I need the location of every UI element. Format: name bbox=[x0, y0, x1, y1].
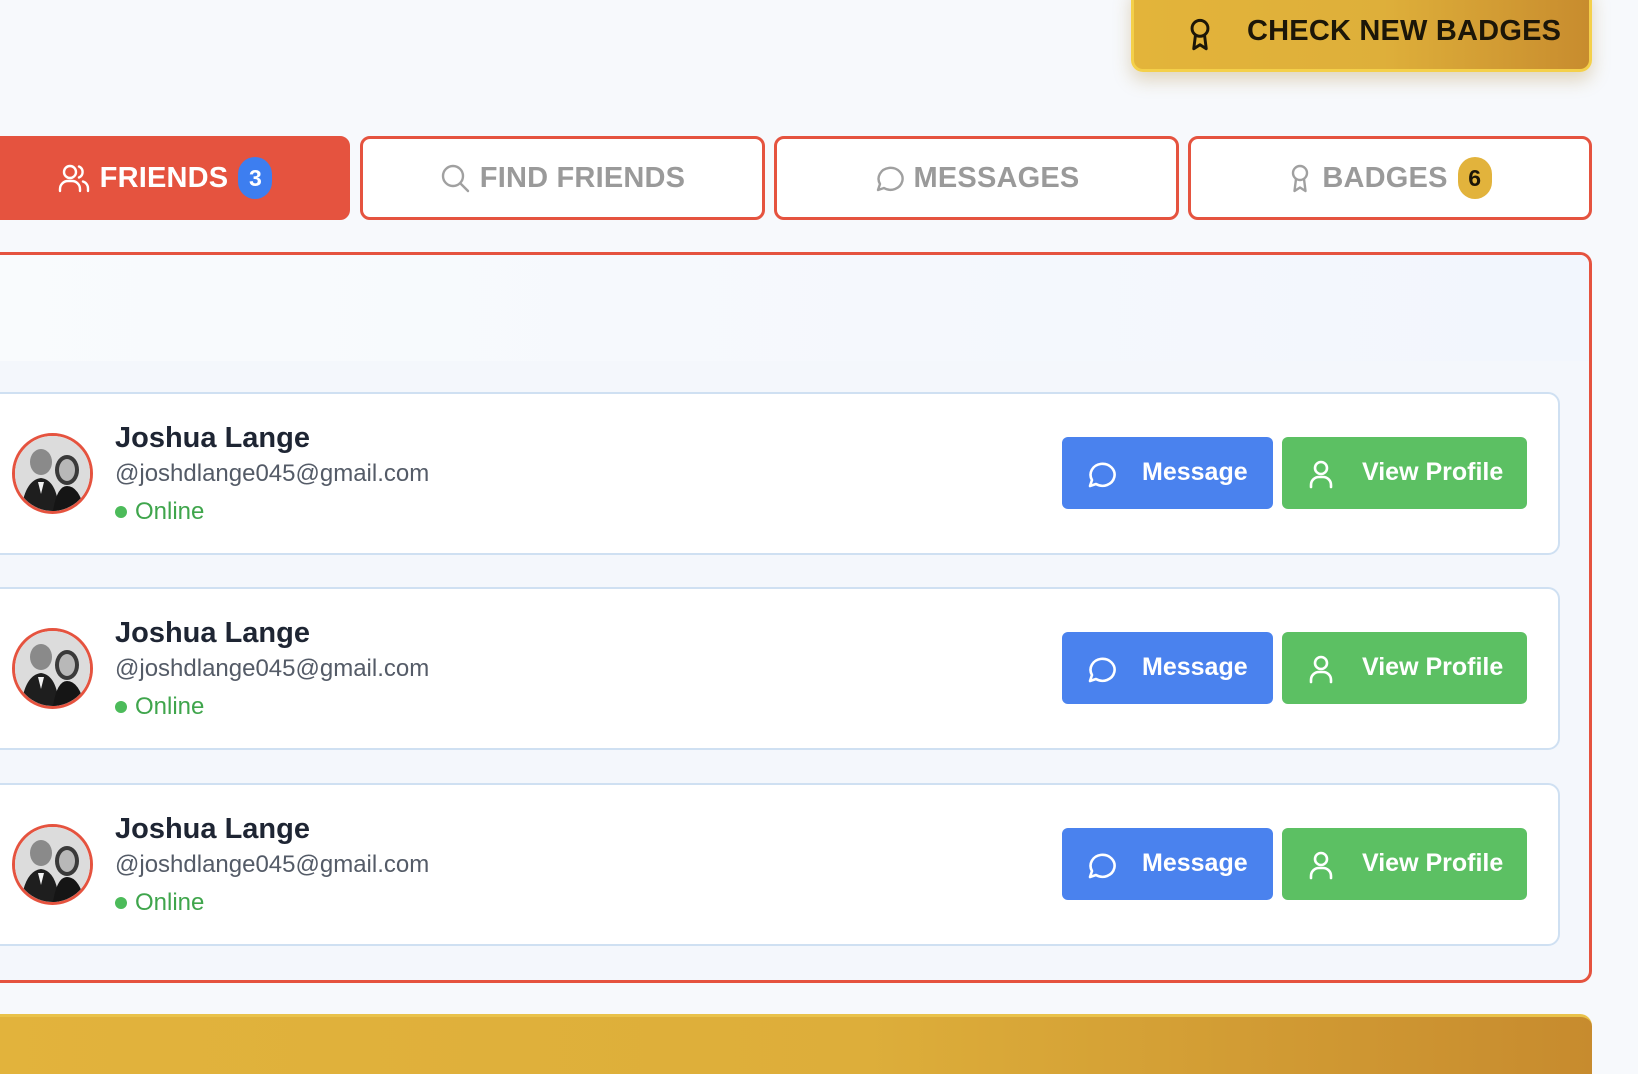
status-indicator: Online bbox=[115, 693, 204, 721]
award-icon bbox=[1190, 18, 1210, 51]
badges-count-badge: 6 bbox=[1457, 157, 1492, 199]
tab-messages[interactable]: MESSAGES bbox=[774, 136, 1179, 220]
online-dot-icon bbox=[115, 897, 127, 909]
user-icon bbox=[1309, 851, 1333, 880]
message-button[interactable]: Message bbox=[1062, 632, 1273, 704]
message-button-label: Message bbox=[1142, 458, 1248, 486]
friend-card: Joshua Lange @joshdlange045@gmail.com On… bbox=[0, 783, 1560, 946]
friend-name: Joshua Lange bbox=[115, 422, 310, 454]
check-new-badges-label: CHECK NEW BADGES bbox=[1247, 15, 1562, 47]
view-profile-button-label: View Profile bbox=[1362, 653, 1504, 681]
friend-email: @joshdlange045@gmail.com bbox=[115, 851, 430, 878]
view-profile-button[interactable]: View Profile bbox=[1282, 828, 1527, 900]
tab-find-friends-label: FIND FRIENDS bbox=[479, 161, 686, 194]
message-button-label: Message bbox=[1142, 849, 1248, 877]
message-icon bbox=[1088, 657, 1116, 683]
message-icon bbox=[1088, 462, 1116, 488]
status-indicator: Online bbox=[115, 498, 204, 526]
avatar[interactable] bbox=[12, 824, 93, 905]
panel-header bbox=[0, 255, 1589, 361]
users-icon bbox=[58, 164, 89, 193]
friend-name: Joshua Lange bbox=[115, 813, 310, 845]
tab-badges[interactable]: BADGES 6 bbox=[1188, 136, 1592, 220]
friend-card: Joshua Lange @joshdlange045@gmail.com On… bbox=[0, 587, 1560, 750]
message-icon bbox=[1088, 853, 1116, 879]
message-button-label: Message bbox=[1142, 653, 1248, 681]
status-text: Online bbox=[135, 889, 205, 916]
avatar[interactable] bbox=[12, 433, 93, 514]
avatar-photo bbox=[15, 436, 90, 511]
friends-panel: Joshua Lange @joshdlange045@gmail.com On… bbox=[0, 252, 1592, 983]
status-text: Online bbox=[135, 693, 205, 720]
avatar[interactable] bbox=[12, 628, 93, 709]
friend-email: @joshdlange045@gmail.com bbox=[115, 460, 430, 487]
view-profile-button-label: View Profile bbox=[1362, 458, 1504, 486]
avatar-photo bbox=[15, 631, 90, 706]
view-profile-button[interactable]: View Profile bbox=[1282, 437, 1527, 509]
message-button[interactable]: Message bbox=[1062, 828, 1273, 900]
online-dot-icon bbox=[115, 506, 127, 518]
friend-email: @joshdlange045@gmail.com bbox=[115, 655, 430, 682]
view-profile-button-label: View Profile bbox=[1362, 849, 1504, 877]
friend-name: Joshua Lange bbox=[115, 617, 310, 649]
online-dot-icon bbox=[115, 701, 127, 713]
status-text: Online bbox=[135, 498, 205, 525]
search-icon bbox=[441, 164, 469, 193]
friends-count-badge: 3 bbox=[238, 157, 273, 199]
tab-friends-label: FRIENDS bbox=[99, 161, 229, 194]
view-profile-button[interactable]: View Profile bbox=[1282, 632, 1527, 704]
user-icon bbox=[1309, 460, 1333, 489]
user-icon bbox=[1309, 655, 1333, 684]
friend-card: Joshua Lange @joshdlange045@gmail.com On… bbox=[0, 392, 1560, 555]
status-indicator: Online bbox=[115, 889, 204, 917]
award-icon bbox=[1292, 164, 1309, 193]
tab-find-friends[interactable]: FIND FRIENDS bbox=[360, 136, 765, 220]
message-icon bbox=[876, 166, 904, 192]
tab-friends[interactable]: FRIENDS 3 bbox=[0, 136, 350, 220]
bottom-gold-banner bbox=[0, 1014, 1592, 1074]
avatar-photo bbox=[15, 827, 90, 902]
message-button[interactable]: Message bbox=[1062, 437, 1273, 509]
check-new-badges-button[interactable]: CHECK NEW BADGES bbox=[1131, 0, 1592, 72]
tab-badges-label: BADGES bbox=[1322, 161, 1448, 194]
tab-messages-label: MESSAGES bbox=[913, 161, 1080, 194]
